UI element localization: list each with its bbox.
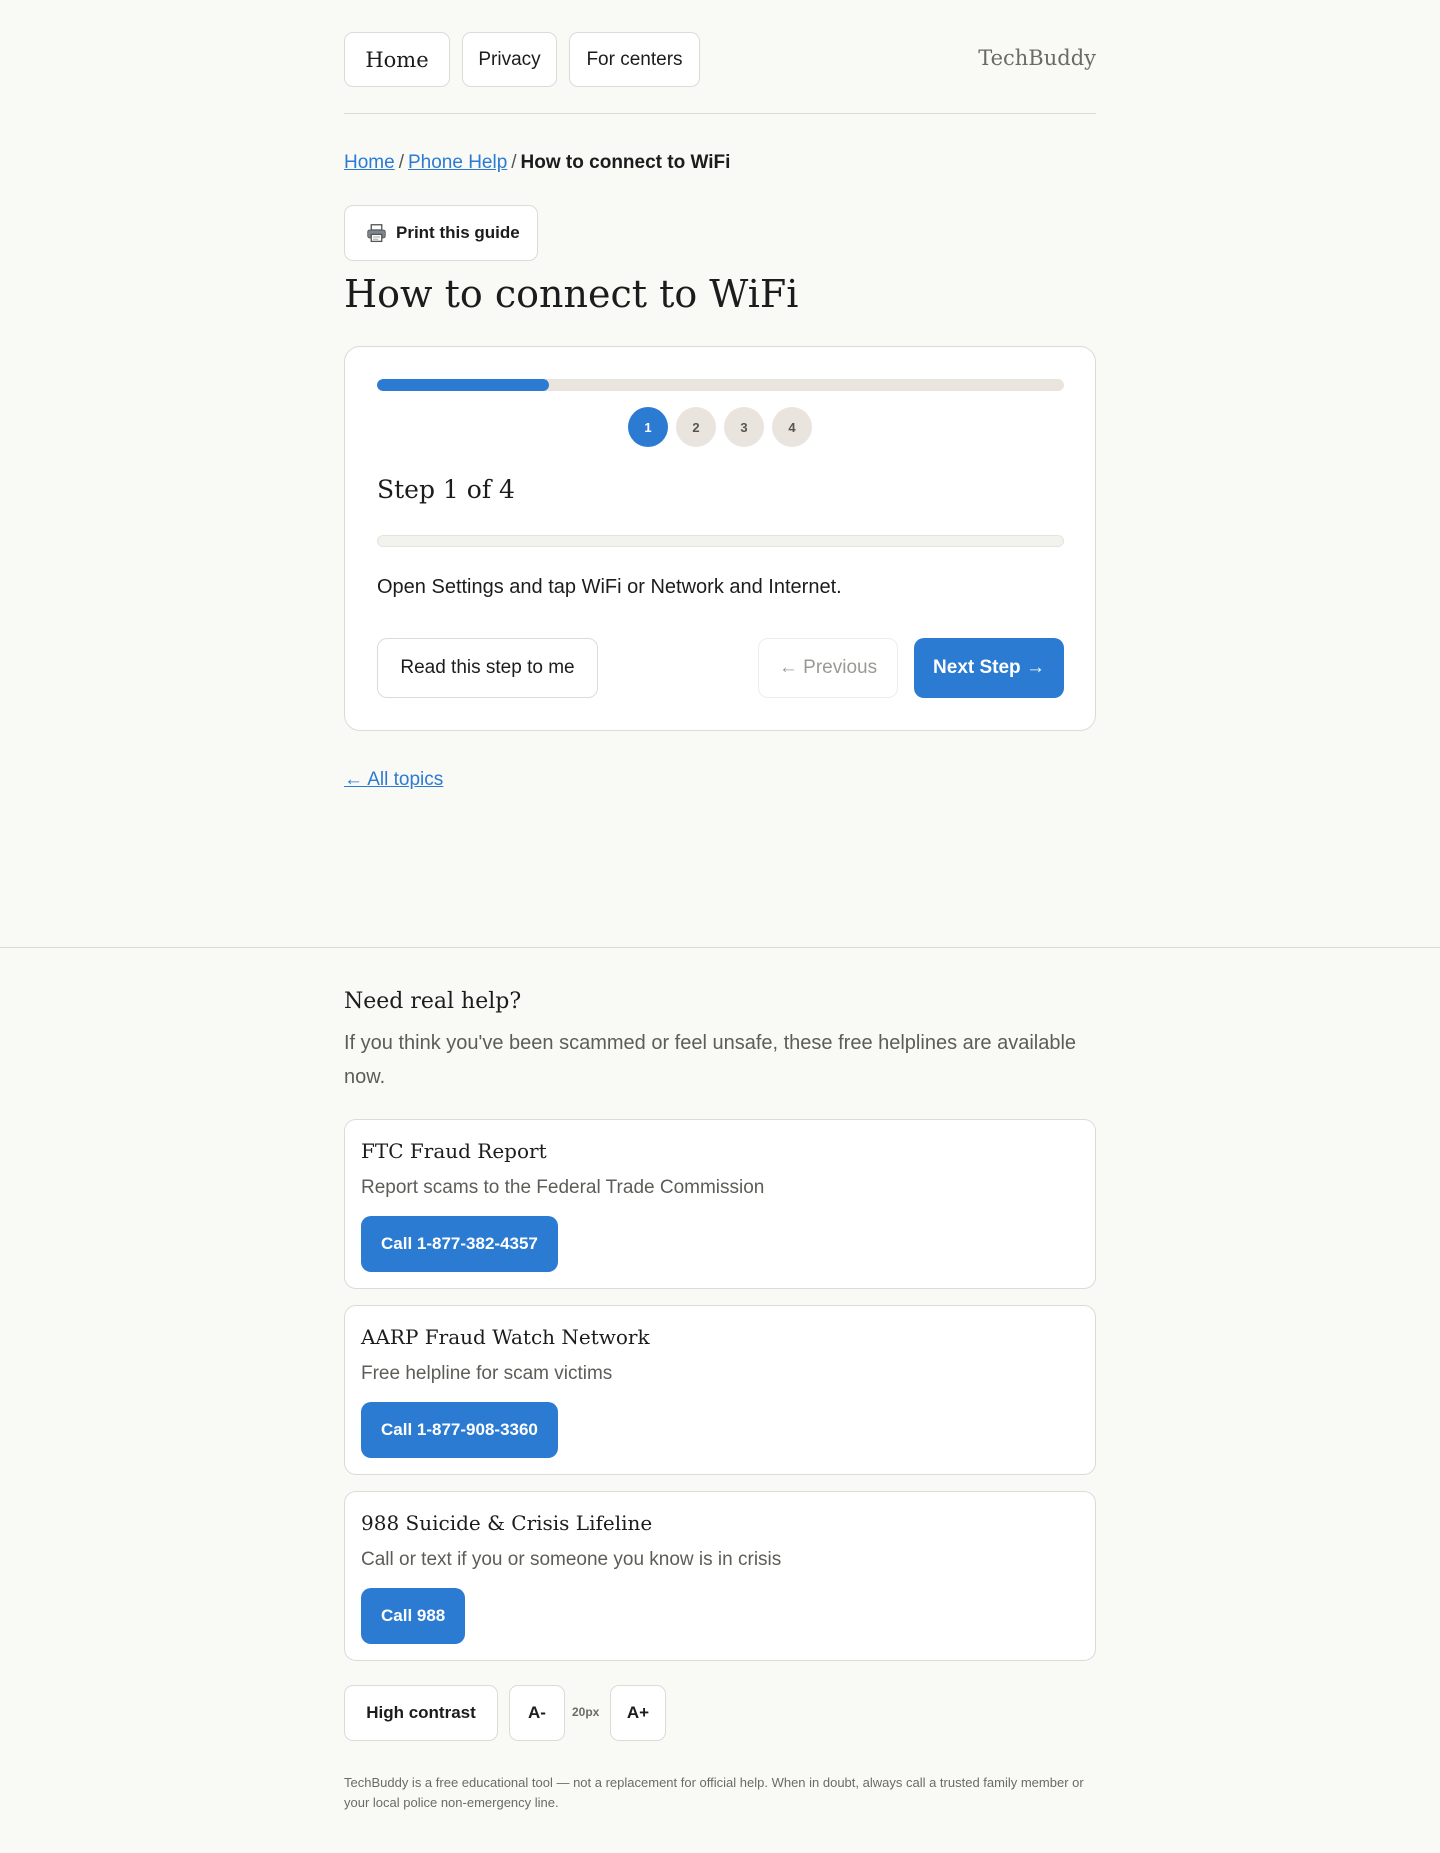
- nav-for-centers-button[interactable]: For centers: [569, 32, 700, 87]
- brand-logo[interactable]: TechBuddy: [978, 46, 1096, 70]
- section-divider: [0, 947, 1440, 948]
- progress-fill: [377, 379, 549, 391]
- step-dot-2[interactable]: 2: [676, 407, 716, 447]
- nav-privacy-button[interactable]: Privacy: [462, 32, 557, 87]
- breadcrumb-current: How to connect to WiFi: [520, 152, 731, 173]
- step-dot-3[interactable]: 3: [724, 407, 764, 447]
- call-aarp-button[interactable]: Call 1-877-908-3360: [361, 1402, 558, 1458]
- call-ftc-button[interactable]: Call 1-877-382-4357: [361, 1216, 558, 1272]
- printer-icon: [367, 223, 386, 242]
- high-contrast-toggle[interactable]: High contrast: [344, 1685, 498, 1741]
- nav-home-button[interactable]: Home: [344, 32, 450, 87]
- step-heading: Step 1 of 4: [377, 475, 515, 504]
- disclaimer: TechBuddy is a free educational tool — n…: [344, 1775, 1084, 1810]
- breadcrumb-separator: /: [511, 152, 517, 173]
- help-intro: If you think you've been scammed or feel…: [344, 1032, 1077, 1088]
- page-title: How to connect to WiFi: [344, 272, 799, 316]
- print-guide-button[interactable]: Print this guide: [344, 205, 538, 261]
- step-dot-4[interactable]: 4: [772, 407, 812, 447]
- helpline-title: FTC Fraud Report: [361, 1139, 547, 1163]
- helpline-card: 988 Suicide & Crisis Lifeline Call or te…: [344, 1491, 1096, 1661]
- helpline-card: FTC Fraud Report Report scams to the Fed…: [344, 1119, 1096, 1289]
- helpline-card: AARP Fraud Watch Network Free helpline f…: [344, 1305, 1096, 1475]
- breadcrumb-home-link[interactable]: Home: [344, 152, 395, 173]
- read-step-aloud-button[interactable]: Read this step to me: [377, 638, 598, 698]
- increase-font-button[interactable]: A+: [610, 1685, 666, 1741]
- step-divider-bar: [377, 535, 1064, 547]
- font-size-readout: 20px: [572, 1705, 600, 1719]
- step-instruction: Open Settings and tap WiFi or Network an…: [377, 576, 842, 598]
- progress-bar: [377, 379, 1064, 391]
- breadcrumb-phone-help-link[interactable]: Phone Help: [408, 152, 507, 173]
- helpline-description: Call or text if you or someone you know …: [361, 1549, 782, 1570]
- call-988-button[interactable]: Call 988: [361, 1588, 466, 1644]
- next-step-button[interactable]: Next Step →: [914, 638, 1064, 698]
- accessibility-controls: High contrast A- 20px A+: [344, 1685, 1096, 1741]
- all-topics-link[interactable]: ← All topics: [344, 769, 1096, 791]
- breadcrumb-separator: /: [398, 152, 404, 173]
- helpline-title: 988 Suicide & Crisis Lifeline: [361, 1511, 653, 1535]
- help-title: Need real help?: [344, 989, 522, 1014]
- helpline-description: Report scams to the Federal Trade Commis…: [361, 1177, 765, 1198]
- top-nav: Home Privacy For centers TechBuddy: [344, 32, 1096, 114]
- helpline-title: AARP Fraud Watch Network: [361, 1325, 650, 1349]
- helpline-description: Free helpline for scam victims: [361, 1363, 613, 1384]
- step-indicator: 1234: [345, 407, 1095, 447]
- breadcrumb: Home / Phone Help / How to connect to WiFi: [344, 152, 1096, 174]
- print-guide-label: Print this guide: [396, 223, 520, 242]
- previous-step-button[interactable]: ← Previous: [758, 638, 898, 698]
- step-dot-1[interactable]: 1: [628, 407, 668, 447]
- step-card: 1234 Step 1 of 4 Open Settings and tap W…: [344, 346, 1096, 731]
- decrease-font-button[interactable]: A-: [509, 1685, 565, 1741]
